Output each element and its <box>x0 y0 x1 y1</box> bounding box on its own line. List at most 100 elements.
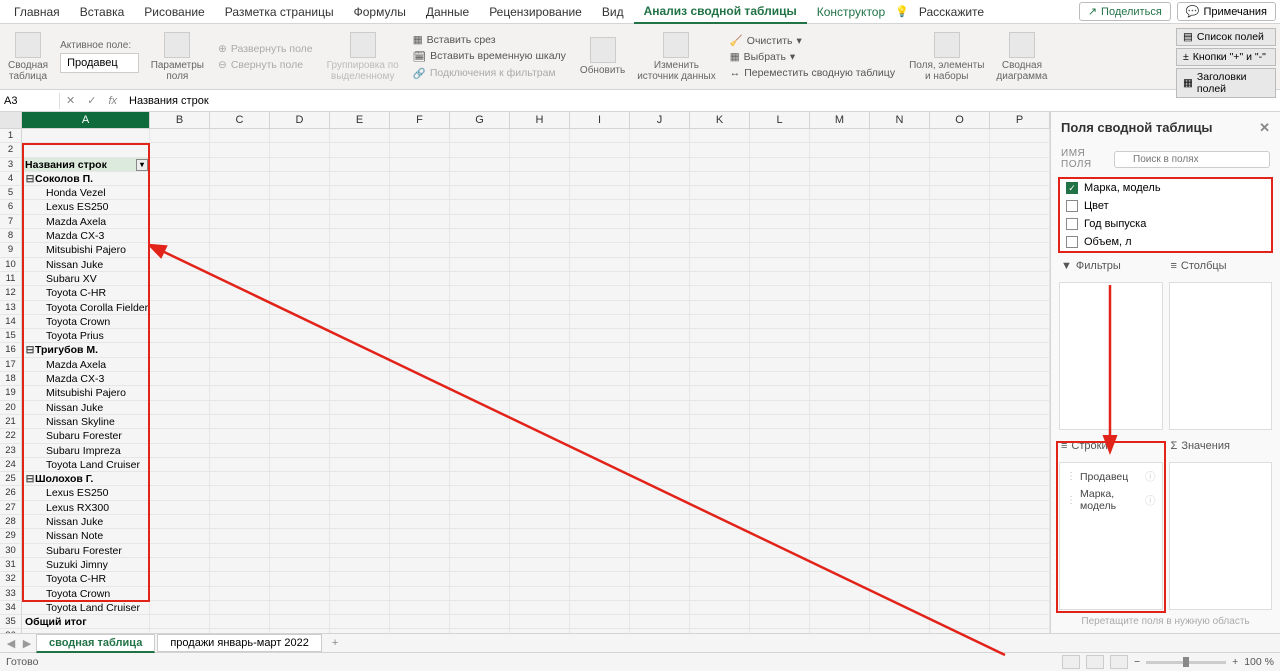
cell[interactable] <box>450 358 510 372</box>
cell[interactable] <box>390 286 450 300</box>
cell[interactable] <box>510 329 570 343</box>
cell[interactable] <box>870 229 930 243</box>
cell[interactable]: Mazda CX-3 <box>22 229 150 243</box>
cell[interactable] <box>870 200 930 214</box>
cell[interactable] <box>210 172 270 186</box>
cell[interactable] <box>990 544 1050 558</box>
cell[interactable] <box>930 415 990 429</box>
cell[interactable] <box>510 486 570 500</box>
cell[interactable] <box>570 143 630 157</box>
cell[interactable] <box>570 158 630 172</box>
col-header-D[interactable]: D <box>270 112 330 128</box>
cell[interactable] <box>870 215 930 229</box>
cell[interactable] <box>570 272 630 286</box>
cell[interactable] <box>390 358 450 372</box>
cell[interactable] <box>150 386 210 400</box>
row-header[interactable]: 36 <box>0 629 22 633</box>
cell[interactable] <box>750 358 810 372</box>
cell[interactable] <box>450 587 510 601</box>
cell[interactable] <box>690 572 750 586</box>
cell[interactable] <box>990 258 1050 272</box>
cell[interactable] <box>390 129 450 143</box>
cell[interactable] <box>870 572 930 586</box>
cell[interactable] <box>270 544 330 558</box>
cell[interactable]: Toyota Crown <box>22 315 150 329</box>
col-header-O[interactable]: O <box>930 112 990 128</box>
col-header-J[interactable]: J <box>630 112 690 128</box>
col-header-K[interactable]: K <box>690 112 750 128</box>
cell[interactable] <box>630 401 690 415</box>
cell[interactable] <box>870 587 930 601</box>
cell[interactable] <box>990 529 1050 543</box>
cell[interactable] <box>870 315 930 329</box>
cell[interactable]: Subaru XV <box>22 272 150 286</box>
tab-draw[interactable]: Рисование <box>134 1 214 23</box>
cell[interactable] <box>450 515 510 529</box>
cell[interactable] <box>570 200 630 214</box>
cell[interactable] <box>930 200 990 214</box>
cell[interactable] <box>810 372 870 386</box>
cell[interactable] <box>510 501 570 515</box>
cell[interactable] <box>390 272 450 286</box>
cell[interactable] <box>150 558 210 572</box>
cell[interactable] <box>930 358 990 372</box>
cell[interactable] <box>510 572 570 586</box>
select-all-corner[interactable] <box>0 112 22 128</box>
cell[interactable] <box>750 415 810 429</box>
cell[interactable] <box>150 429 210 443</box>
cell[interactable] <box>450 186 510 200</box>
cell[interactable]: Suzuki Jimny <box>22 558 150 572</box>
cell[interactable] <box>210 501 270 515</box>
tab-design[interactable]: Конструктор <box>807 1 895 23</box>
cell[interactable] <box>990 629 1050 633</box>
cell[interactable] <box>930 129 990 143</box>
cell[interactable] <box>990 615 1050 629</box>
row-header[interactable]: 21 <box>0 415 22 429</box>
field-params-button[interactable]: Параметры поля <box>151 32 204 82</box>
row-field-item[interactable]: ⋮Продавецⓘ <box>1064 467 1158 486</box>
cell[interactable]: Mitsubishi Pajero <box>22 386 150 400</box>
cell[interactable] <box>690 415 750 429</box>
cell[interactable] <box>870 444 930 458</box>
cell[interactable] <box>450 229 510 243</box>
cell[interactable] <box>510 215 570 229</box>
cell[interactable] <box>990 172 1050 186</box>
cell[interactable] <box>210 458 270 472</box>
cell[interactable] <box>630 587 690 601</box>
cell[interactable] <box>450 301 510 315</box>
cell[interactable] <box>270 587 330 601</box>
cell[interactable] <box>630 315 690 329</box>
fields-search[interactable] <box>1114 151 1270 168</box>
cell[interactable] <box>870 529 930 543</box>
cell[interactable] <box>810 243 870 257</box>
cell[interactable] <box>450 486 510 500</box>
cell[interactable] <box>810 286 870 300</box>
row-header[interactable]: 34 <box>0 601 22 615</box>
cell[interactable] <box>210 572 270 586</box>
cell[interactable] <box>270 629 330 633</box>
cell[interactable] <box>810 472 870 486</box>
cell[interactable] <box>450 329 510 343</box>
cell[interactable] <box>810 301 870 315</box>
cell[interactable] <box>450 158 510 172</box>
cell[interactable] <box>150 415 210 429</box>
cell[interactable] <box>630 129 690 143</box>
cell[interactable] <box>930 458 990 472</box>
cell[interactable] <box>930 258 990 272</box>
cell[interactable] <box>810 272 870 286</box>
cell[interactable] <box>930 215 990 229</box>
cell[interactable] <box>870 615 930 629</box>
cell[interactable] <box>510 629 570 633</box>
checkbox[interactable]: ✓ <box>1066 182 1078 194</box>
cell[interactable] <box>690 129 750 143</box>
row-header[interactable]: 35 <box>0 615 22 629</box>
cell[interactable] <box>810 444 870 458</box>
row-header[interactable]: 27 <box>0 501 22 515</box>
cell[interactable] <box>210 158 270 172</box>
cell[interactable] <box>210 486 270 500</box>
cell[interactable] <box>330 501 390 515</box>
cell[interactable] <box>750 243 810 257</box>
cell[interactable] <box>330 372 390 386</box>
cell[interactable] <box>330 587 390 601</box>
field-item[interactable]: Объем, л <box>1060 233 1271 251</box>
